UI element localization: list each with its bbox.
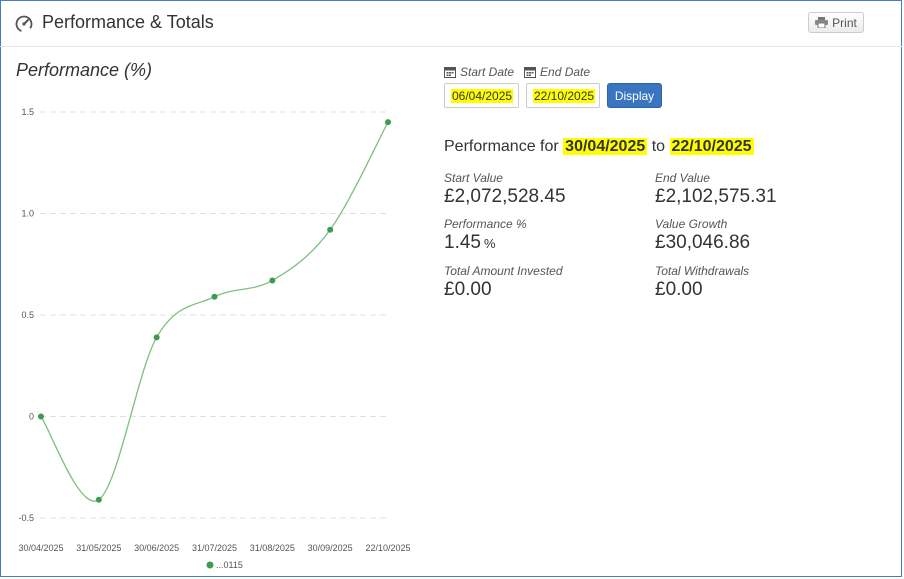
performance-heading: Performance for 30/04/2025 to 22/10/2025 bbox=[444, 138, 754, 156]
stat-label: Performance % bbox=[444, 217, 527, 231]
stat-end-value: End Value £2,102,575.31 bbox=[655, 171, 777, 208]
stat-value: £2,102,575.31 bbox=[655, 186, 777, 207]
data-point bbox=[153, 334, 160, 341]
stat-label: Start Value bbox=[444, 171, 503, 185]
start-date-label-text: Start Date bbox=[460, 65, 515, 79]
print-button-label: Print bbox=[832, 15, 857, 30]
stat-value: 1.45% bbox=[444, 232, 527, 254]
stat-total-invested: Total Amount Invested £0.00 bbox=[444, 264, 563, 301]
header-divider bbox=[0, 46, 902, 47]
x-tick-label: 30/04/2025 bbox=[18, 543, 63, 553]
start-date-input[interactable]: 06/04/2025 bbox=[444, 83, 519, 108]
series-line bbox=[40, 121, 389, 502]
end-date-label: End Date bbox=[524, 65, 590, 79]
y-tick-label: 0 bbox=[29, 412, 34, 422]
end-date-value: 22/10/2025 bbox=[533, 89, 596, 103]
stat-label: Total Amount Invested bbox=[444, 264, 563, 278]
x-tick-label: 31/08/2025 bbox=[250, 543, 295, 553]
performance-connector: to bbox=[651, 138, 666, 155]
date-labels: Start Date End Date bbox=[444, 65, 590, 79]
performance-prefix: Performance for bbox=[444, 138, 559, 155]
legend-marker bbox=[206, 561, 214, 569]
y-tick-label: 0.5 bbox=[21, 310, 34, 320]
stat-total-withdrawals: Total Withdrawals £0.00 bbox=[655, 264, 749, 301]
start-date-value: 06/04/2025 bbox=[451, 89, 514, 103]
stat-value: £2,072,528.45 bbox=[444, 186, 566, 207]
panel-header: Performance & Totals bbox=[14, 12, 214, 33]
data-point bbox=[95, 496, 102, 503]
data-point bbox=[211, 293, 218, 300]
stat-number: 1.45 bbox=[444, 232, 481, 253]
display-button[interactable]: Display bbox=[607, 83, 662, 108]
performance-to-date: 22/10/2025 bbox=[669, 138, 754, 155]
stat-value: £0.00 bbox=[444, 279, 492, 300]
stat-value: £30,046.86 bbox=[655, 232, 751, 253]
calendar-icon bbox=[444, 67, 456, 78]
stat-value-growth: Value Growth £30,046.86 bbox=[655, 217, 750, 254]
stat-value: £0.00 bbox=[655, 279, 703, 300]
performance-chart: 1.5 1.0 0.5 0 -0.5 30/04/2025 31/05/2025 30/06/… bbox=[18, 107, 410, 570]
data-point bbox=[385, 119, 391, 126]
print-button[interactable]: Print bbox=[808, 12, 864, 33]
data-point bbox=[38, 413, 44, 420]
stat-label: End Value bbox=[655, 171, 710, 185]
y-tick-label: -0.5 bbox=[18, 513, 34, 523]
data-point bbox=[269, 277, 276, 284]
stat-performance-percent: Performance % 1.45% bbox=[444, 217, 527, 254]
stat-start-value: Start Value £2,072,528.45 bbox=[444, 171, 566, 208]
end-date-label-text: End Date bbox=[540, 65, 591, 79]
legend-label: ...0115 bbox=[216, 560, 243, 570]
stat-unit: % bbox=[483, 236, 496, 251]
data-point bbox=[327, 226, 334, 233]
performance-from-date: 30/04/2025 bbox=[563, 138, 648, 155]
page-title: Performance & Totals bbox=[42, 12, 214, 32]
stat-label: Value Growth bbox=[655, 217, 728, 231]
y-tick-label: 1.0 bbox=[21, 209, 34, 219]
stat-label: Total Withdrawals bbox=[655, 264, 750, 278]
chart-title: Performance (%) bbox=[16, 60, 153, 80]
start-date-label: Start Date bbox=[444, 65, 514, 79]
x-tick-label: 30/09/2025 bbox=[308, 543, 353, 553]
y-tick-label: 1.5 bbox=[21, 107, 34, 117]
printer-icon bbox=[815, 17, 829, 28]
x-tick-label: 31/05/2025 bbox=[76, 543, 121, 553]
end-date-input[interactable]: 22/10/2025 bbox=[526, 83, 600, 108]
speedometer-icon bbox=[15, 15, 33, 32]
x-tick-label: 30/06/2025 bbox=[134, 543, 179, 553]
x-tick-label: 22/10/2025 bbox=[365, 543, 410, 553]
x-tick-label: 31/07/2025 bbox=[192, 543, 237, 553]
calendar-icon bbox=[524, 67, 537, 78]
